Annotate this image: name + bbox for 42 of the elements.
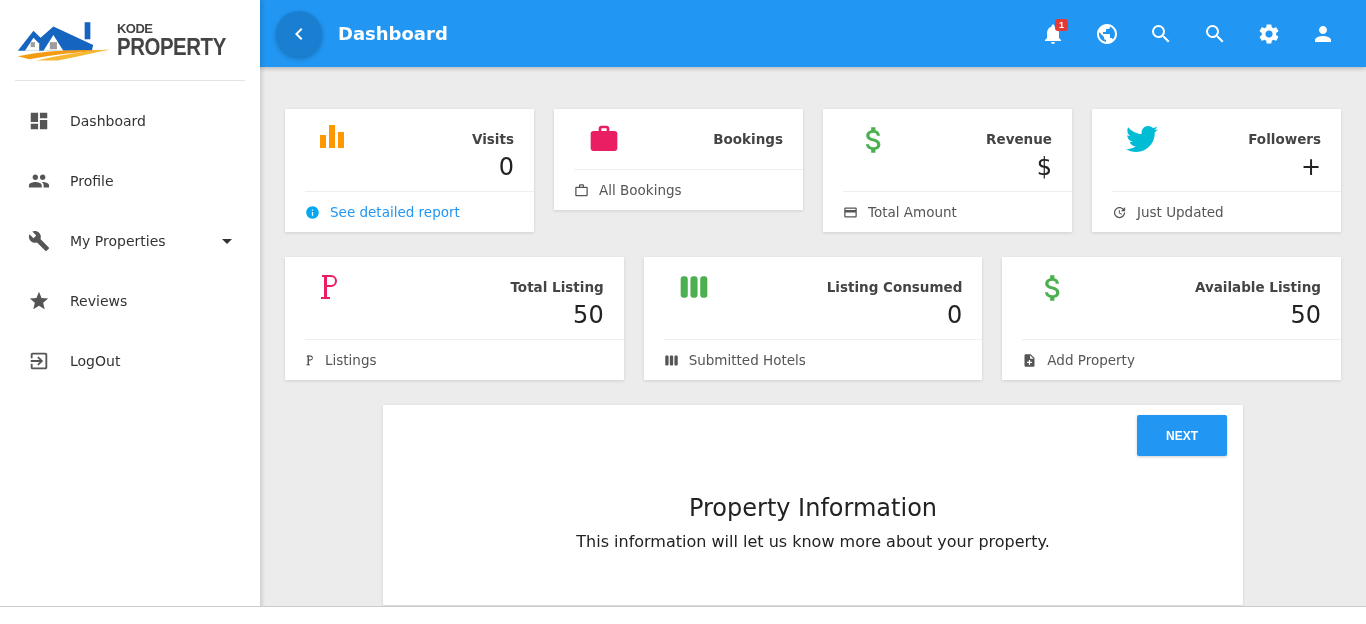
nav-icon bbox=[28, 290, 50, 312]
page-title: Dashboard bbox=[338, 23, 449, 44]
card-footer-text: Submitted Hotels bbox=[688, 352, 806, 368]
card-title: Available Listing bbox=[1194, 279, 1321, 295]
card-title: Listing Consumed bbox=[826, 279, 963, 295]
sidebar-item[interactable]: Dashboard bbox=[0, 91, 260, 151]
wizard-subtitle: This information will let us know more about your property. bbox=[576, 532, 1050, 551]
nav-icon bbox=[28, 110, 50, 132]
sidebar-item[interactable]: My Properties bbox=[0, 211, 260, 271]
file-add-icon bbox=[1022, 352, 1038, 368]
clock-icon bbox=[1112, 204, 1127, 220]
card-title: Visits bbox=[472, 131, 514, 147]
card-title: Total Listing bbox=[510, 279, 604, 295]
card-value: 0 bbox=[947, 301, 963, 329]
card-value: 0 bbox=[498, 153, 514, 181]
card-footer-text: All Bookings bbox=[599, 182, 682, 198]
card-title: Followers bbox=[1248, 131, 1321, 147]
card-footer-text: Just Updated bbox=[1137, 204, 1224, 220]
letter-p-icon bbox=[305, 354, 315, 366]
nav-icon bbox=[28, 230, 50, 252]
sidebar-item[interactable]: Reviews bbox=[0, 271, 260, 331]
card-footer-text: Total Amount bbox=[868, 204, 957, 220]
sidebar-item[interactable]: LogOut bbox=[0, 331, 260, 391]
nav-icon bbox=[28, 350, 50, 372]
notification-button[interactable]: 1 bbox=[1026, 6, 1080, 61]
globe-icon bbox=[1095, 21, 1119, 46]
briefcase-icon bbox=[574, 182, 589, 198]
wizard-title: Property Information bbox=[688, 494, 938, 522]
sidebar-item[interactable]: Profile bbox=[0, 151, 260, 211]
card-value: 50 bbox=[573, 301, 604, 329]
card-title: Bookings bbox=[713, 131, 783, 147]
logo-text: KODE bbox=[116, 21, 154, 35]
info-icon bbox=[305, 204, 320, 220]
card-value: 50 bbox=[1290, 301, 1321, 329]
logo-text: PROPERTY bbox=[116, 34, 226, 59]
card-footer-text: Add Property bbox=[1047, 352, 1135, 368]
card-title: Revenue bbox=[986, 131, 1052, 147]
notification-badge: 1 bbox=[1055, 18, 1068, 31]
card-value: $ bbox=[1036, 153, 1052, 181]
card-value: + bbox=[1300, 153, 1321, 181]
settings-icon bbox=[1257, 21, 1281, 46]
card-footer-text: Listings bbox=[325, 352, 377, 368]
